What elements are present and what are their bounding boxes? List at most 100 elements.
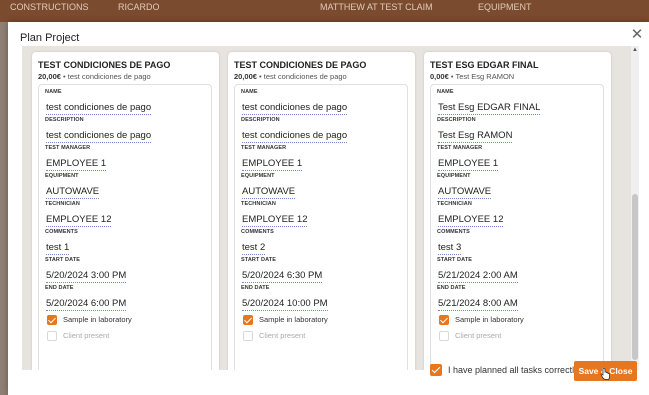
scroll-up-icon[interactable]: ▲ [631,46,639,54]
field-value-technician[interactable]: EMPLOYEE 12 [242,214,308,227]
field-value-comments[interactable]: test 3 [438,242,462,255]
field-test-manager: TEST MANAGER EMPLOYEE 1 [241,145,401,171]
planned-all-tasks-label: I have planned all tasks correctly [448,365,579,375]
card-subtitle-text: test condiciones de pago [263,72,347,81]
checkbox-icon[interactable] [243,331,253,341]
field-technician: TECHNICIAN EMPLOYEE 12 [241,201,401,227]
dialog-title: Plan Project [20,32,80,44]
planned-all-tasks-checkbox[interactable]: I have planned all tasks correctly [430,363,580,377]
field-label: START DATE [437,257,473,263]
field-value-comments[interactable]: test 2 [242,242,266,255]
background-label: MATTHEW AT TEST CLAIM [320,2,433,12]
sample-in-laboratory-label: Sample in laboratory [259,315,328,324]
field-value-test-manager[interactable]: EMPLOYEE 1 [46,158,107,171]
field-label: TEST MANAGER [241,145,287,151]
client-present-label: Client present [455,331,502,340]
checkbox-checked-icon[interactable] [430,364,442,376]
field-name: NAME Test Esg EDGAR FINAL [437,89,597,115]
field-value-description[interactable]: test condiciones de pago [46,130,152,143]
card-subtitle: 0,00€ • Test Esg RAMON [430,72,515,81]
field-value-equipment[interactable]: AUTOWAVE [242,186,296,199]
field-label: TECHNICIAN [437,201,472,207]
field-value-name[interactable]: Test Esg EDGAR FINAL [438,102,541,115]
sample-in-laboratory-label: Sample in laboratory [63,315,132,324]
field-value-start-date[interactable]: 5/20/2024 3:00 PM [46,270,127,283]
field-label: COMMENTS [241,229,274,235]
field-value-description[interactable]: Test Esg RAMON [438,130,513,143]
field-label: DESCRIPTION [45,117,84,123]
field-value-description[interactable]: test condiciones de pago [242,130,348,143]
sample-in-laboratory-checkbox[interactable]: Sample in laboratory [243,315,403,327]
vertical-scrollbar[interactable]: ▲ ▼ [631,46,639,370]
field-label: TECHNICIAN [45,201,80,207]
task-card: TEST CONDICIONES DE PAGO 20,00€ • test co… [228,52,415,370]
card-fields: NAME test condiciones de pago DESCRIPTION t… [234,84,408,370]
field-description: DESCRIPTION test condiciones de pago [241,117,401,143]
client-present-checkbox[interactable]: Client present [243,331,403,343]
task-cards-scroll-area[interactable]: TEST CONDICIONES DE PAGO 20,00€ • test co… [22,46,639,370]
field-description: DESCRIPTION Test Esg RAMON [437,117,597,143]
field-value-start-date[interactable]: 5/21/2024 2:00 AM [438,270,518,283]
field-label: END DATE [45,285,74,291]
field-value-equipment[interactable]: AUTOWAVE [438,186,492,199]
field-label: NAME [241,89,258,95]
field-value-technician[interactable]: EMPLOYEE 12 [438,214,504,227]
card-subtitle-text: test condiciones de pago [67,72,151,81]
client-present-checkbox[interactable]: Client present [47,331,207,343]
field-comments: COMMENTS test 3 [437,229,597,255]
checkbox-icon[interactable] [243,315,253,325]
background-label: CONSTRUCTIONS [10,2,89,12]
field-value-comments[interactable]: test 1 [46,242,70,255]
field-label: DESCRIPTION [241,117,280,123]
card-subtitle: 20,00€ • test condiciones de pago [234,72,347,81]
field-value-technician[interactable]: EMPLOYEE 12 [46,214,112,227]
background-page-header: CONSTRUCTIONS RICARDO MATTHEW AT TEST CL… [0,0,649,22]
card-price: 20,00€ [234,72,257,81]
field-value-start-date[interactable]: 5/20/2024 6:30 PM [242,270,323,283]
field-value-equipment[interactable]: AUTOWAVE [46,186,100,199]
checkbox-icon[interactable] [439,331,449,341]
field-value-test-manager[interactable]: EMPLOYEE 1 [242,158,303,171]
field-start-date: START DATE 5/20/2024 3:00 PM [45,257,205,283]
field-comments: COMMENTS test 2 [241,229,401,255]
field-end-date: END DATE 5/21/2024 8:00 AM [437,285,597,311]
task-card: TEST ESG EDGAR FINAL 0,00€ • Test Esg RAM… [424,52,611,370]
field-label: NAME [437,89,454,95]
checkbox-icon[interactable] [47,331,57,341]
card-fields: NAME test condiciones de pago DESCRIPTION t… [38,84,212,370]
field-value-end-date[interactable]: 5/21/2024 8:00 AM [438,298,518,311]
field-label: NAME [45,89,62,95]
field-start-date: START DATE 5/21/2024 2:00 AM [437,257,597,283]
task-card: TEST CONDICIONES DE PAGO 20,00€ • test co… [32,52,219,370]
field-value-end-date[interactable]: 5/20/2024 10:00 PM [242,298,328,311]
card-fields: NAME Test Esg EDGAR FINAL DESCRIPTION Test … [430,84,604,370]
sample-in-laboratory-checkbox[interactable]: Sample in laboratory [47,315,207,327]
field-label: TEST MANAGER [437,145,483,151]
field-value-test-manager[interactable]: EMPLOYEE 1 [438,158,499,171]
plan-project-dialog: Plan Project ✕ TEST CONDICIONES DE PAGO 2… [8,22,649,395]
field-value-end-date[interactable]: 5/20/2024 6:00 PM [46,298,127,311]
field-comments: COMMENTS test 1 [45,229,205,255]
field-value-name[interactable]: test condiciones de pago [242,102,348,115]
field-value-name[interactable]: test condiciones de pago [46,102,152,115]
field-label: EQUIPMENT [45,173,79,179]
field-description: DESCRIPTION test condiciones de pago [45,117,205,143]
hand-pointer-cursor-icon [600,368,610,380]
field-label: END DATE [437,285,466,291]
close-icon[interactable]: ✕ [629,27,645,43]
field-label: COMMENTS [45,229,78,235]
sample-in-laboratory-checkbox[interactable]: Sample in laboratory [439,315,599,327]
field-equipment: EQUIPMENT AUTOWAVE [45,173,205,199]
card-price: 20,00€ [38,72,61,81]
field-start-date: START DATE 5/20/2024 6:30 PM [241,257,401,283]
client-present-checkbox[interactable]: Client present [439,331,599,343]
field-label: START DATE [241,257,277,263]
checkbox-icon[interactable] [47,315,57,325]
field-label: END DATE [241,285,270,291]
client-present-label: Client present [63,331,110,340]
field-test-manager: TEST MANAGER EMPLOYEE 1 [437,145,597,171]
field-name: NAME test condiciones de pago [45,89,205,115]
scrollbar-thumb[interactable] [632,194,638,360]
field-label: COMMENTS [437,229,470,235]
checkbox-icon[interactable] [439,315,449,325]
